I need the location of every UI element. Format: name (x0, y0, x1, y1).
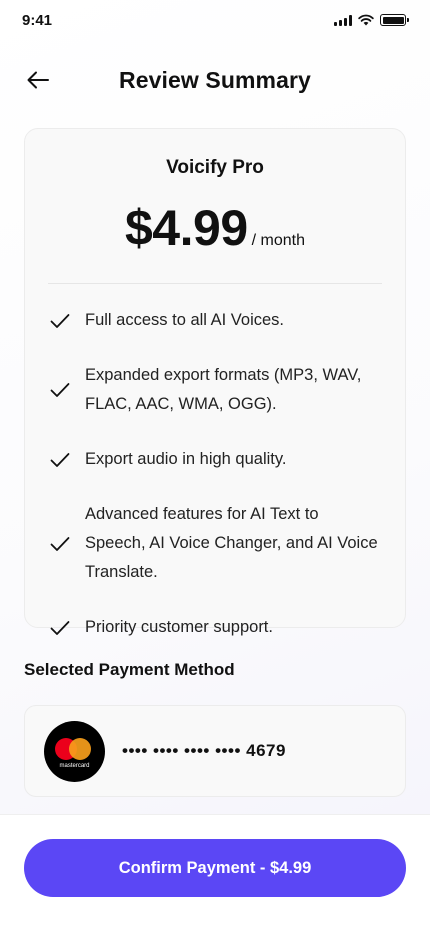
check-icon (49, 533, 71, 555)
cellular-signal-icon (334, 14, 352, 26)
confirm-payment-button[interactable]: Confirm Payment - $4.99 (24, 839, 406, 897)
check-icon (49, 379, 71, 401)
bottom-bar: Confirm Payment - $4.99 (0, 814, 430, 932)
card-brand-label: mastercard (59, 762, 90, 769)
status-icons (334, 14, 409, 26)
plan-price: $4.99 (125, 200, 248, 256)
feature-item: Priority customer support. (49, 604, 381, 651)
page-title: Review Summary (119, 67, 311, 93)
status-bar: 9:41 (0, 0, 430, 44)
payment-method-card[interactable]: mastercard •••• •••• •••• •••• 4679 (24, 705, 406, 797)
feature-text: Export audio in high quality. (85, 450, 287, 468)
mastercard-logo: mastercard (44, 720, 105, 782)
card-number: •••• •••• •••• •••• 4679 (122, 741, 286, 760)
battery-icon (380, 14, 409, 26)
price-row: $4.99 / month (25, 199, 405, 257)
plan-card: Voicify Pro $4.99 / month Full access to… (24, 128, 406, 636)
feature-item: Export audio in high quality. (49, 436, 381, 483)
feature-text: Expanded export formats (MP3, WAV, FLAC,… (85, 366, 362, 413)
feature-text: Advanced features for AI Text to Speech,… (85, 505, 378, 581)
check-icon (49, 310, 71, 332)
feature-text: Full access to all AI Voices. (85, 311, 285, 329)
plan-name: Voicify Pro (166, 157, 264, 178)
feature-list: Full access to all AI Voices. Expanded e… (49, 297, 381, 651)
check-icon (49, 449, 71, 471)
feature-item: Advanced features for AI Text to Speech,… (49, 491, 381, 596)
divider (48, 283, 382, 284)
feature-item: Expanded export formats (MP3, WAV, FLAC,… (49, 352, 381, 428)
header: Review Summary (0, 58, 430, 102)
plan-period: / month (251, 232, 305, 249)
wifi-icon (358, 14, 374, 26)
status-time: 9:41 (22, 12, 53, 29)
payment-section-title: Selected Payment Method (24, 660, 235, 679)
feature-item: Full access to all AI Voices. (49, 297, 381, 344)
check-icon (49, 617, 71, 639)
feature-text: Priority customer support. (85, 618, 273, 636)
